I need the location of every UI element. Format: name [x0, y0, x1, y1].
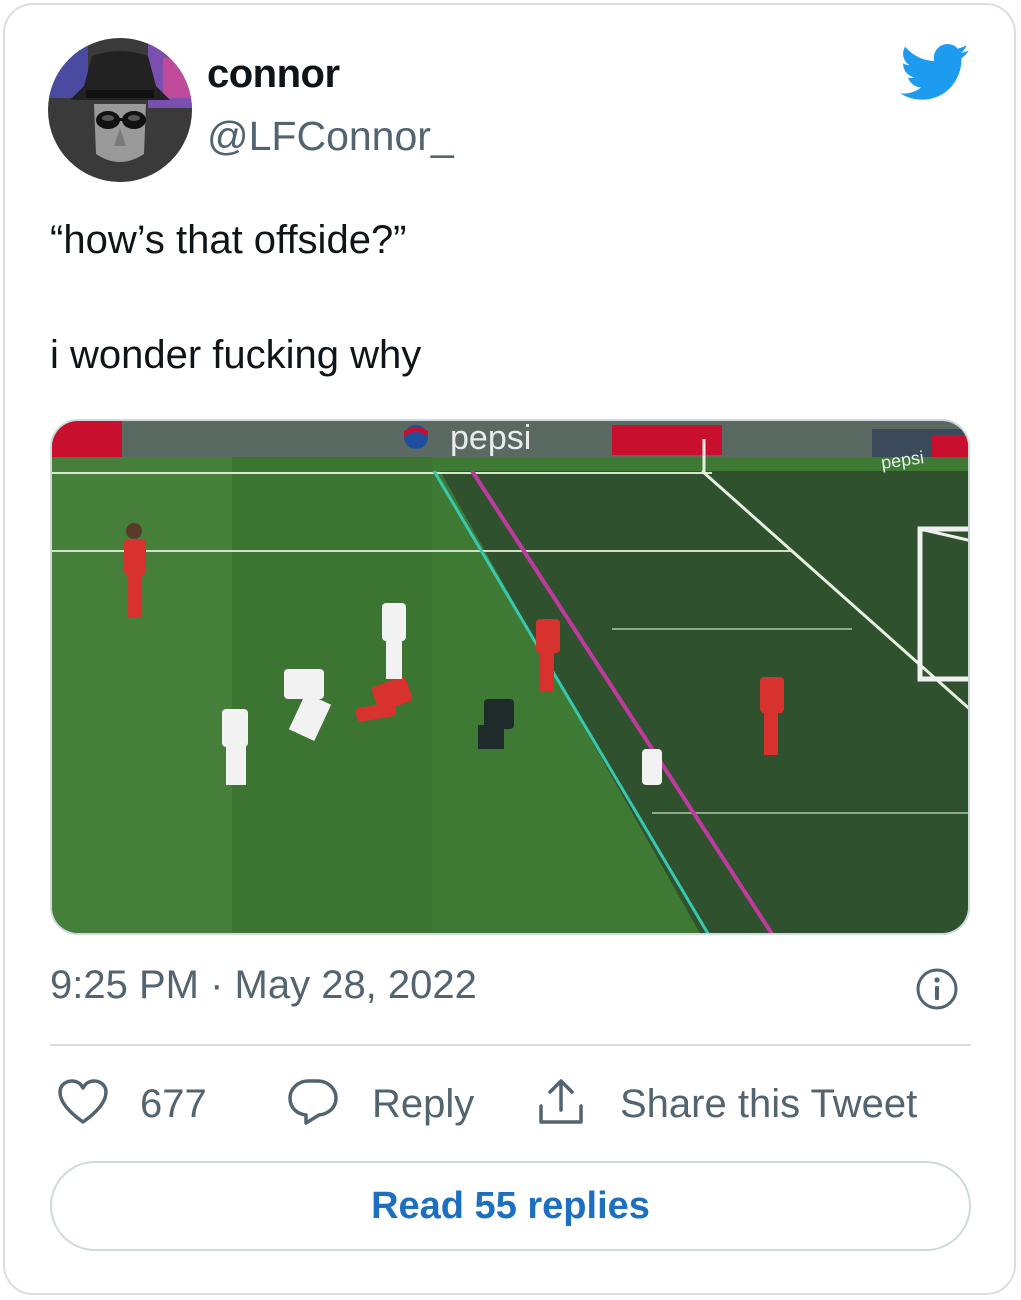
author-name[interactable]: connor	[207, 52, 340, 97]
tweet-media-image[interactable]: pepsi pepsi	[50, 419, 970, 935]
like-button[interactable]: 677	[56, 1076, 207, 1132]
avatar[interactable]	[48, 38, 192, 182]
read-replies-button[interactable]: Read 55 replies	[50, 1161, 971, 1251]
sponsor-text: pepsi	[450, 421, 531, 457]
heart-icon	[56, 1078, 110, 1131]
tweet-text-line-1: “how’s that offside?”	[50, 218, 407, 262]
author-handle[interactable]: @LFConnor_	[207, 113, 454, 160]
like-count: 677	[140, 1081, 207, 1126]
reply-bubble-icon	[286, 1077, 340, 1132]
reply-label: Reply	[372, 1081, 475, 1126]
tweet-timestamp[interactable]: 9:25 PM · May 28, 2022	[50, 963, 477, 1008]
share-label: Share this Tweet	[620, 1081, 918, 1126]
share-button[interactable]: Share this Tweet	[536, 1076, 917, 1132]
info-icon[interactable]	[914, 966, 960, 1012]
tweet-text-line-2: i wonder fucking why	[50, 333, 422, 377]
reply-button[interactable]: Reply	[286, 1076, 474, 1132]
twitter-bird-icon[interactable]	[900, 44, 970, 102]
share-upload-icon	[536, 1076, 586, 1133]
divider	[50, 1044, 971, 1046]
